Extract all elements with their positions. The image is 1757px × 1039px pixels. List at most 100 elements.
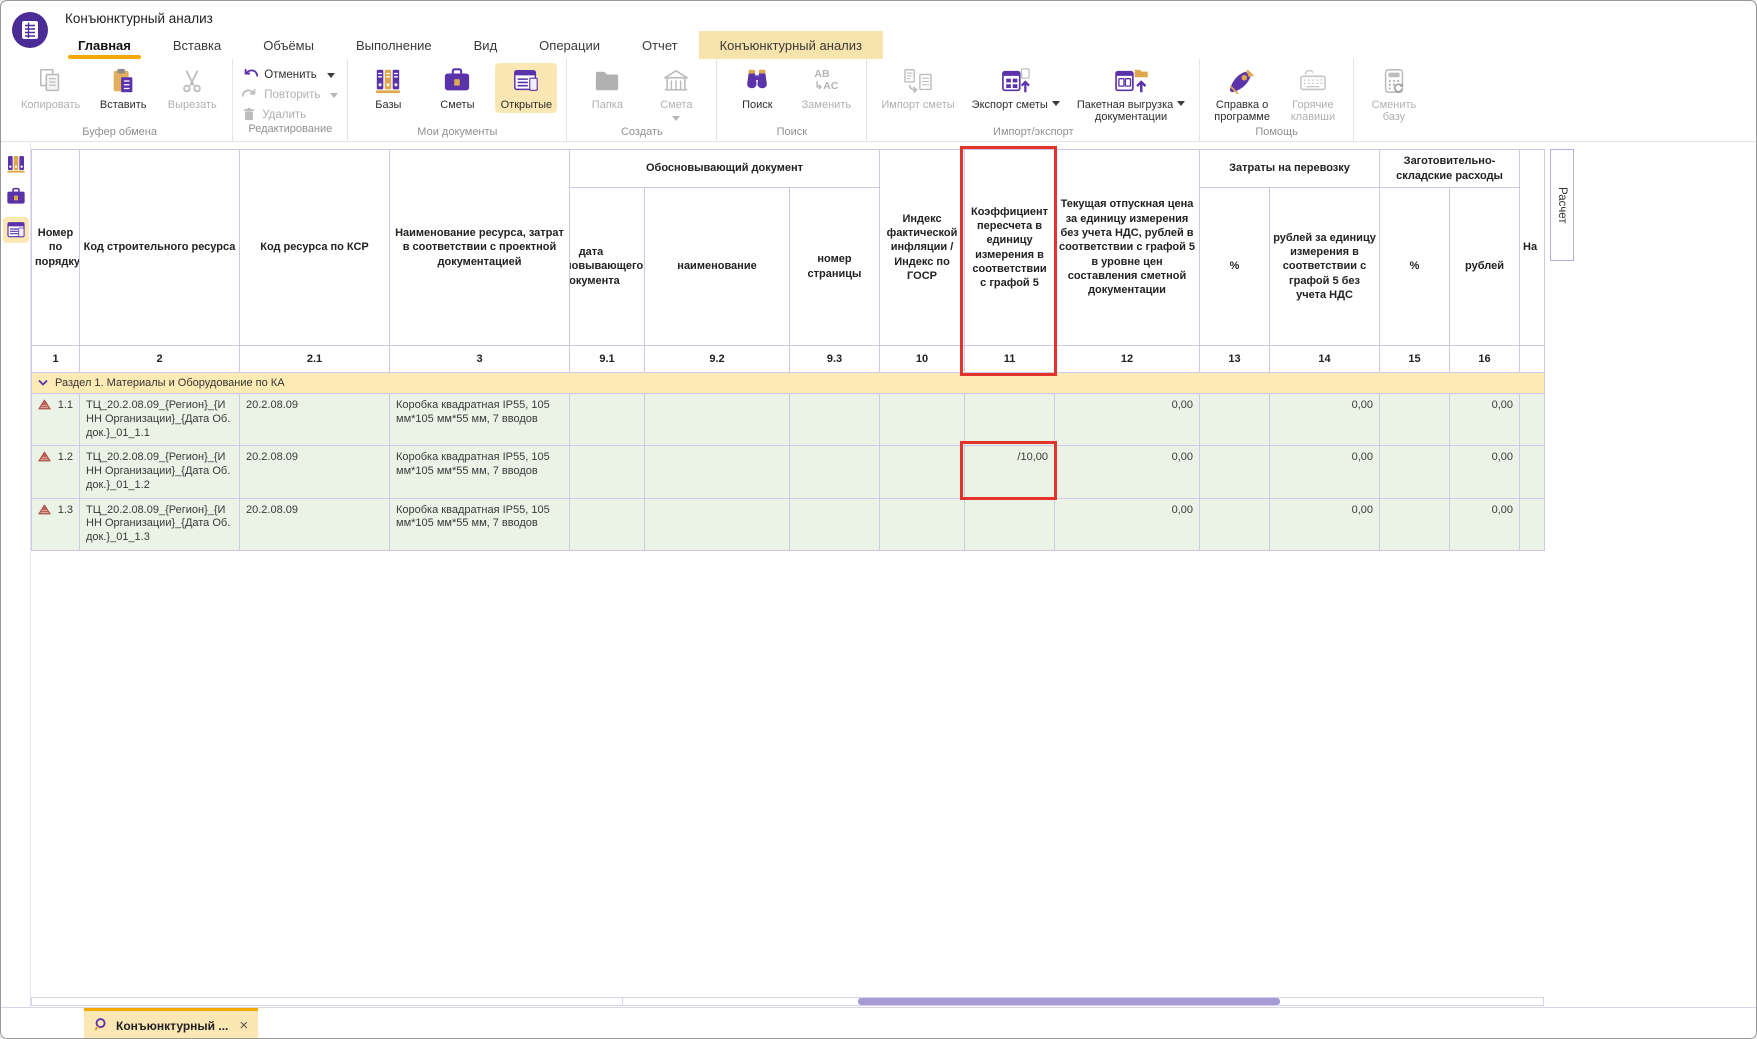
open-documents-button[interactable]: Открытые	[495, 63, 557, 113]
cell-coef[interactable]	[965, 394, 1055, 446]
hotkeys-button[interactable]: Горячиеклавиши	[1282, 63, 1344, 126]
new-folder-button[interactable]: Папка	[576, 63, 638, 113]
cell-inflation[interactable]	[880, 498, 965, 550]
horizontal-scrollbar-thumb[interactable]	[858, 998, 1280, 1005]
import-estimate-button[interactable]: Импорт сметы	[876, 63, 959, 113]
redo-button[interactable]: Повторить	[242, 87, 338, 103]
cell-resource-code[interactable]: ТЦ_20.2.08.09_{Регион}_{ИНН Организации}…	[80, 446, 240, 498]
tab-operations[interactable]: Операции	[518, 31, 621, 59]
about-button[interactable]: Справка опрограмме	[1209, 63, 1275, 126]
bases-button[interactable]: Базы	[357, 63, 419, 113]
cell-ksr-code[interactable]: 20.2.08.09	[240, 498, 390, 550]
rail-open-documents-button[interactable]	[3, 217, 29, 243]
export-estimate-button[interactable]: Экспорт сметы	[967, 63, 1065, 113]
copy-button[interactable]: Копировать	[16, 63, 85, 113]
tab-view[interactable]: Вид	[453, 31, 519, 59]
cut-button[interactable]: Вырезать	[161, 63, 223, 113]
table-row: 1.1 ТЦ_20.2.08.09_{Регион}_{ИНН Организа…	[32, 394, 1545, 446]
calculation-side-tab[interactable]: Расчет	[1550, 149, 1574, 261]
cell-price[interactable]: 0,00	[1055, 394, 1200, 446]
switch-db-button[interactable]: Сменитьбазу	[1363, 63, 1425, 126]
cell-storage-pct[interactable]	[1380, 394, 1450, 446]
cell-ksr-code[interactable]: 20.2.08.09	[240, 394, 390, 446]
cell-storage-rub[interactable]: 0,00	[1450, 446, 1520, 498]
redo-dropdown-icon[interactable]	[330, 93, 338, 102]
cell-storage-pct[interactable]	[1380, 446, 1450, 498]
window-title: Конъюнктурный анализ	[65, 11, 213, 26]
new-estimate-button[interactable]: Смета	[645, 63, 707, 125]
ribbon-group-editing: Отменить Повторить Удалить Редактировани…	[233, 59, 348, 141]
find-button[interactable]: Поиск	[726, 63, 788, 113]
document-tab-label: Конъюнктурный ...	[116, 1019, 228, 1033]
cell-resource-name[interactable]: Коробка квадратная IP55, 105 мм*105 мм*5…	[390, 498, 570, 550]
cell-storage-rub[interactable]: 0,00	[1450, 394, 1520, 446]
cell-doc-date[interactable]	[570, 446, 645, 498]
tab-insert[interactable]: Вставка	[152, 31, 242, 59]
delete-button[interactable]: Удалить	[242, 107, 338, 123]
cell-storage-pct[interactable]	[1380, 498, 1450, 550]
batch-dropdown-icon[interactable]	[1177, 101, 1185, 110]
ribbon-group-my-documents: Базы Сметы Открытые Мои документы	[348, 59, 567, 141]
rail-bases-button[interactable]	[3, 151, 29, 177]
cell-price[interactable]: 0,00	[1055, 446, 1200, 498]
cell-transport-pct[interactable]	[1200, 446, 1270, 498]
undo-button[interactable]: Отменить	[242, 67, 338, 83]
cell-price[interactable]: 0,00	[1055, 498, 1200, 550]
rail-estimates-button[interactable]	[3, 184, 29, 210]
tab-report[interactable]: Отчет	[621, 31, 699, 59]
export-dropdown-icon[interactable]	[1052, 101, 1060, 110]
cell-inflation[interactable]	[880, 394, 965, 446]
about-label: Справка опрограмме	[1214, 99, 1270, 124]
cell-doc-page[interactable]	[790, 498, 880, 550]
cell-resource-name[interactable]: Коробка квадратная IP55, 105 мм*105 мм*5…	[390, 394, 570, 446]
horizontal-scrollbar[interactable]	[31, 997, 1544, 1006]
cell-transport-rub[interactable]: 0,00	[1270, 394, 1380, 446]
estimates-label: Сметы	[440, 99, 474, 111]
cell-doc-date[interactable]	[570, 394, 645, 446]
cell-doc-date[interactable]	[570, 498, 645, 550]
section-row[interactable]: Раздел 1. Материалы и Оборудование по КА	[32, 373, 1545, 394]
cell-transport-rub[interactable]: 0,00	[1270, 446, 1380, 498]
tab-execution[interactable]: Выполнение	[335, 31, 453, 59]
hotkeys-label: Горячиеклавиши	[1291, 99, 1335, 124]
cell-ksr-code[interactable]: 20.2.08.09	[240, 446, 390, 498]
new-estimate-dropdown-icon[interactable]	[672, 116, 680, 125]
paste-button[interactable]: Вставить	[92, 63, 154, 113]
cell-doc-name[interactable]	[645, 446, 790, 498]
cell-doc-page[interactable]	[790, 446, 880, 498]
cell-resource-name[interactable]: Коробка квадратная IP55, 105 мм*105 мм*5…	[390, 446, 570, 498]
cell-doc-name[interactable]	[645, 394, 790, 446]
cell-transport-pct[interactable]	[1200, 498, 1270, 550]
app-logo-icon	[11, 11, 49, 49]
cell-storage-rub[interactable]: 0,00	[1450, 498, 1520, 550]
tab-volumes[interactable]: Объёмы	[242, 31, 335, 59]
close-icon[interactable]: ×	[239, 1018, 248, 1033]
replace-ab-ac-icon: AB↳AC	[814, 69, 838, 92]
cell-resource-code[interactable]: ТЦ_20.2.08.09_{Регион}_{ИНН Организации}…	[80, 498, 240, 550]
cell-transport-rub[interactable]: 0,00	[1270, 498, 1380, 550]
folder-icon	[593, 66, 621, 96]
cell-inflation[interactable]	[880, 446, 965, 498]
ribbon-group-help: Справка опрограмме Горячиеклавиши Помощь	[1200, 59, 1354, 141]
estimates-button[interactable]: Сметы	[426, 63, 488, 113]
replace-button[interactable]: AB↳AC Заменить	[795, 63, 857, 113]
cell-resource-code[interactable]: ТЦ_20.2.08.09_{Регион}_{ИНН Организации}…	[80, 394, 240, 446]
cell-coef[interactable]	[965, 498, 1055, 550]
cell-doc-page[interactable]	[790, 394, 880, 446]
section-chevron-down-icon[interactable]	[38, 377, 48, 389]
scrollbar-pane-split	[622, 998, 623, 1005]
cell-coef[interactable]: /10,00	[965, 446, 1055, 498]
batch-export-button[interactable]: Пакетная выгрузкадокументации	[1072, 63, 1190, 126]
col-header-doc-date: дата обосновывающего документа	[570, 188, 645, 346]
delete-label: Удалить	[262, 109, 306, 121]
undo-icon	[242, 67, 258, 84]
tab-home[interactable]: Главная	[57, 31, 152, 59]
cell-transport-pct[interactable]	[1200, 394, 1270, 446]
tab-analysis[interactable]: Конъюнктурный анализ	[699, 31, 883, 59]
row-number: 1.3	[58, 504, 73, 518]
undo-dropdown-icon[interactable]	[327, 73, 335, 82]
cell-doc-name[interactable]	[645, 498, 790, 550]
group-header-storage: Заготовительно-складские расходы	[1380, 150, 1520, 188]
scissors-icon	[178, 66, 206, 96]
document-tab-analysis[interactable]: Конъюнктурный ... ×	[84, 1008, 258, 1039]
